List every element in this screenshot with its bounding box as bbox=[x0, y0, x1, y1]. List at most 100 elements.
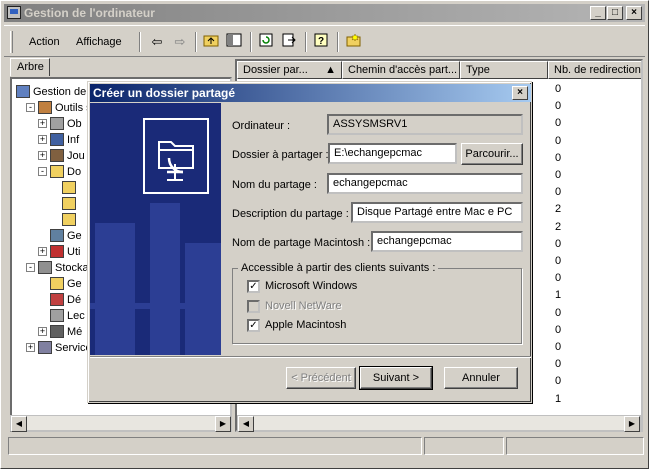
tree-item-label: Jou bbox=[67, 150, 85, 162]
tree-horizontal-scrollbar[interactable]: ◀ ▶ bbox=[10, 415, 232, 432]
tools-icon bbox=[38, 101, 52, 114]
dossier-input[interactable]: E:\echangepcmac bbox=[328, 143, 457, 164]
window-title: Gestion de l'ordinateur bbox=[24, 6, 155, 20]
column-nb-redirection[interactable]: Nb. de redirection bbox=[548, 61, 641, 79]
previous-button[interactable]: < Précédent bbox=[286, 367, 356, 389]
expand-icon[interactable]: + bbox=[38, 135, 47, 144]
dialog-close-button[interactable]: × bbox=[512, 86, 528, 100]
tab-arbre[interactable]: Arbre bbox=[10, 58, 50, 76]
device-manager-icon bbox=[50, 229, 64, 242]
redirection-count: 1 bbox=[555, 392, 562, 405]
disk-icon bbox=[50, 277, 64, 290]
minimize-button[interactable]: _ bbox=[590, 6, 606, 20]
description-input[interactable]: Disque Partagé entre Mac e PC bbox=[351, 202, 523, 223]
microsoft-windows-label[interactable]: Microsoft Windows bbox=[265, 280, 357, 292]
expand-icon[interactable]: + bbox=[38, 151, 47, 160]
toolbar-separator bbox=[337, 32, 339, 52]
redirection-count: 0 bbox=[555, 134, 562, 147]
redirection-count: 1 bbox=[555, 289, 562, 302]
folder-icon bbox=[62, 213, 76, 226]
apple-macintosh-label[interactable]: Apple Macintosh bbox=[265, 319, 346, 331]
column-chemin-acces[interactable]: Chemin d'accès part... bbox=[342, 61, 460, 79]
export-list-icon[interactable] bbox=[279, 33, 299, 51]
maximize-button[interactable]: □ bbox=[607, 6, 623, 20]
status-bar bbox=[8, 437, 645, 455]
storage-icon bbox=[38, 261, 52, 274]
wizard-banner bbox=[90, 103, 221, 355]
dialog-titlebar[interactable]: Créer un dossier partagé × bbox=[90, 84, 531, 102]
redirection-count: 0 bbox=[555, 117, 562, 130]
redirection-count: 0 bbox=[555, 306, 562, 319]
removable-media-icon bbox=[50, 325, 64, 338]
tree-item-label: Uti bbox=[67, 246, 81, 258]
back-arrow-icon[interactable]: ⇦ bbox=[147, 33, 167, 51]
tree-item-label: Dé bbox=[67, 294, 82, 306]
performance-icon bbox=[50, 149, 64, 162]
redirection-count: 0 bbox=[555, 255, 562, 267]
scroll-right-arrow-icon[interactable]: ▶ bbox=[624, 416, 640, 432]
expand-icon[interactable]: + bbox=[38, 247, 47, 256]
tree-item-label: Ge bbox=[67, 230, 82, 242]
defrag-icon bbox=[50, 293, 64, 306]
redirection-count: 2 bbox=[555, 203, 562, 216]
expand-icon[interactable]: + bbox=[38, 119, 47, 128]
redirection-count: 0 bbox=[555, 272, 562, 285]
ordinateur-label: Ordinateur : bbox=[232, 120, 291, 132]
next-button[interactable]: Suivant > bbox=[359, 366, 433, 390]
microsoft-windows-checkbox[interactable]: ✓ bbox=[247, 280, 260, 293]
toolbar-grip bbox=[10, 31, 13, 53]
toolbar-separator bbox=[195, 32, 197, 52]
redirection-count: 0 bbox=[555, 341, 562, 353]
status-cell bbox=[424, 437, 504, 455]
collapse-icon[interactable]: - bbox=[38, 167, 47, 176]
menu-action[interactable]: Action bbox=[29, 36, 60, 48]
new-share-icon[interactable] bbox=[344, 33, 364, 51]
novell-netware-checkbox[interactable] bbox=[247, 300, 260, 313]
toolbar-separator bbox=[139, 32, 141, 52]
scroll-right-arrow-icon[interactable]: ▶ bbox=[215, 416, 231, 432]
tree-item-label: Ge bbox=[67, 278, 82, 290]
folder-icon bbox=[62, 197, 76, 210]
redirection-count: 0 bbox=[555, 186, 562, 199]
redirection-count: 0 bbox=[555, 169, 562, 181]
dialog-title: Créer un dossier partagé bbox=[93, 86, 236, 100]
redirection-count: 0 bbox=[555, 375, 562, 388]
computer-management-window: Gestion de l'ordinateur _ □ × Action Aff… bbox=[0, 0, 649, 469]
menu-affichage[interactable]: Affichage bbox=[76, 36, 122, 48]
forward-arrow-icon[interactable]: ⇨ bbox=[170, 33, 190, 51]
close-button[interactable]: × bbox=[626, 6, 642, 20]
redirection-count: 0 bbox=[555, 323, 562, 336]
collapse-icon[interactable]: - bbox=[26, 263, 35, 272]
scroll-left-arrow-icon[interactable]: ◀ bbox=[11, 416, 27, 432]
nom-partage-input[interactable]: echangepcmac bbox=[327, 173, 523, 194]
column-dossier-partage[interactable]: Dossier par... ▲ bbox=[237, 61, 342, 79]
scroll-left-arrow-icon[interactable]: ◀ bbox=[238, 416, 254, 432]
expand-icon[interactable]: + bbox=[38, 327, 47, 336]
expand-icon[interactable]: + bbox=[26, 343, 35, 352]
toolbar-separator bbox=[305, 32, 307, 52]
redirection-count: 0 bbox=[555, 358, 562, 371]
tree-item-label: Lec bbox=[67, 310, 85, 322]
shared-folder-icon bbox=[143, 118, 209, 194]
refresh-icon[interactable] bbox=[256, 33, 276, 51]
window-titlebar[interactable]: Gestion de l'ordinateur _ □ × bbox=[4, 4, 645, 22]
computer-management-icon bbox=[7, 6, 21, 19]
redirection-count: 0 bbox=[555, 83, 562, 95]
toolbar-separator bbox=[250, 32, 252, 52]
list-horizontal-scrollbar[interactable]: ◀ ▶ bbox=[237, 415, 641, 432]
column-type[interactable]: Type bbox=[460, 61, 548, 79]
menu-toolbar: Action Affichage ⇦ ⇨ ? bbox=[4, 25, 645, 57]
redirection-count: 2 bbox=[555, 220, 562, 233]
macintosh-name-label: Nom de partage Macintosh : bbox=[232, 237, 371, 249]
show-tree-icon[interactable] bbox=[224, 33, 244, 51]
description-label: Description du partage : bbox=[232, 208, 349, 220]
macintosh-name-input[interactable]: echangepcmac bbox=[371, 231, 523, 252]
parcourir-button[interactable]: Parcourir... bbox=[461, 143, 523, 165]
apple-macintosh-checkbox[interactable]: ✓ bbox=[247, 319, 260, 332]
collapse-icon[interactable]: - bbox=[26, 103, 35, 112]
up-folder-icon[interactable] bbox=[201, 33, 221, 51]
help-icon[interactable]: ? bbox=[311, 33, 331, 51]
tree-item-label: Gestion de bbox=[33, 86, 87, 98]
cancel-button[interactable]: Annuler bbox=[444, 367, 518, 389]
tree-item-label: Do bbox=[67, 166, 82, 178]
